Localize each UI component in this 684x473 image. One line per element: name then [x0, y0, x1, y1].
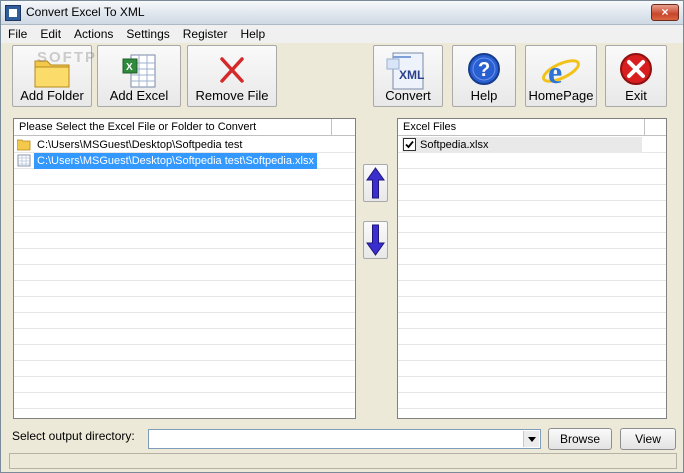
app-window: Convert Excel To XML × File Edit Actions Se…: [0, 0, 684, 473]
list-item-path: C:\Users\MSGuest\Desktop\Softpedia test\…: [34, 153, 317, 169]
remove-file-label: Remove File: [195, 88, 269, 103]
help-button[interactable]: ? Help: [452, 45, 516, 107]
menu-settings[interactable]: Settings: [119, 25, 175, 43]
excel-sheet-icon: X: [122, 54, 156, 88]
title-bar: Convert Excel To XML ×: [1, 1, 683, 25]
view-button[interactable]: View: [620, 428, 676, 450]
move-down-button[interactable]: [363, 221, 388, 259]
svg-text:e: e: [548, 54, 562, 90]
svg-text:?: ?: [478, 59, 490, 81]
window-close-button[interactable]: ×: [651, 4, 679, 21]
output-directory-combo[interactable]: [148, 429, 541, 449]
dropdown-button[interactable]: [523, 431, 539, 447]
list-item[interactable]: Softpedia.xlsx: [402, 137, 642, 153]
checkbox-checked-icon[interactable]: [403, 138, 417, 151]
convert-button[interactable]: XML Convert: [373, 45, 443, 107]
status-bar: [9, 453, 677, 469]
menu-help[interactable]: Help: [233, 25, 271, 43]
excel-files-panel[interactable]: Excel Files Softpedia.xlsx: [397, 118, 667, 419]
menu-edit[interactable]: Edit: [33, 25, 67, 43]
homepage-label: HomePage: [528, 88, 594, 103]
exit-button[interactable]: Exit: [605, 45, 667, 107]
source-list-rows: C:\Users\MSGuest\Desktop\Softpedia test …: [14, 137, 355, 418]
menu-file[interactable]: File: [1, 25, 33, 43]
svg-text:X: X: [126, 62, 133, 73]
source-column-header[interactable]: Please Select the Excel File or Folder t…: [14, 119, 332, 135]
homepage-button[interactable]: e HomePage: [525, 45, 597, 107]
folder-icon: [17, 139, 31, 151]
exit-icon: [620, 53, 652, 85]
output-directory-label: Select output directory:: [12, 429, 135, 443]
excel-files-header: Excel Files: [398, 119, 666, 136]
convert-label: Convert: [385, 88, 431, 103]
remove-x-icon: [220, 57, 244, 83]
arrow-up-icon: [366, 167, 385, 199]
exit-label: Exit: [625, 88, 647, 103]
add-folder-label: Add Folder: [20, 88, 84, 103]
excel-file-icon: [17, 154, 31, 167]
excel-files-column-header[interactable]: Excel Files: [398, 119, 645, 135]
excel-file-name: Softpedia.xlsx: [420, 139, 489, 151]
remove-file-button[interactable]: Remove File: [187, 45, 277, 107]
source-list-header: Please Select the Excel File or Folder t…: [14, 119, 355, 136]
menu-actions[interactable]: Actions: [67, 25, 119, 43]
window-title: Convert Excel To XML: [26, 5, 145, 19]
app-icon: [5, 5, 21, 21]
xml-document-icon: XML: [386, 52, 424, 90]
help-label: Help: [470, 88, 498, 103]
browse-button[interactable]: Browse: [548, 428, 612, 450]
source-list-panel[interactable]: Please Select the Excel File or Folder t…: [13, 118, 356, 419]
excel-files-rows: Softpedia.xlsx: [398, 137, 666, 418]
menu-register[interactable]: Register: [176, 25, 234, 43]
chevron-down-icon: [528, 437, 536, 442]
arrow-down-icon: [366, 224, 385, 256]
menu-bar: File Edit Actions Settings Register Help: [1, 25, 683, 43]
xml-icon-text: XML: [399, 68, 424, 82]
list-item-path: C:\Users\MSGuest\Desktop\Softpedia test: [37, 139, 243, 151]
add-excel-button[interactable]: X Add Excel: [97, 45, 181, 107]
help-question-icon: ?: [468, 53, 500, 85]
add-excel-label: Add Excel: [109, 88, 169, 103]
move-up-button[interactable]: [363, 164, 388, 202]
browser-e-icon: e: [542, 54, 580, 90]
